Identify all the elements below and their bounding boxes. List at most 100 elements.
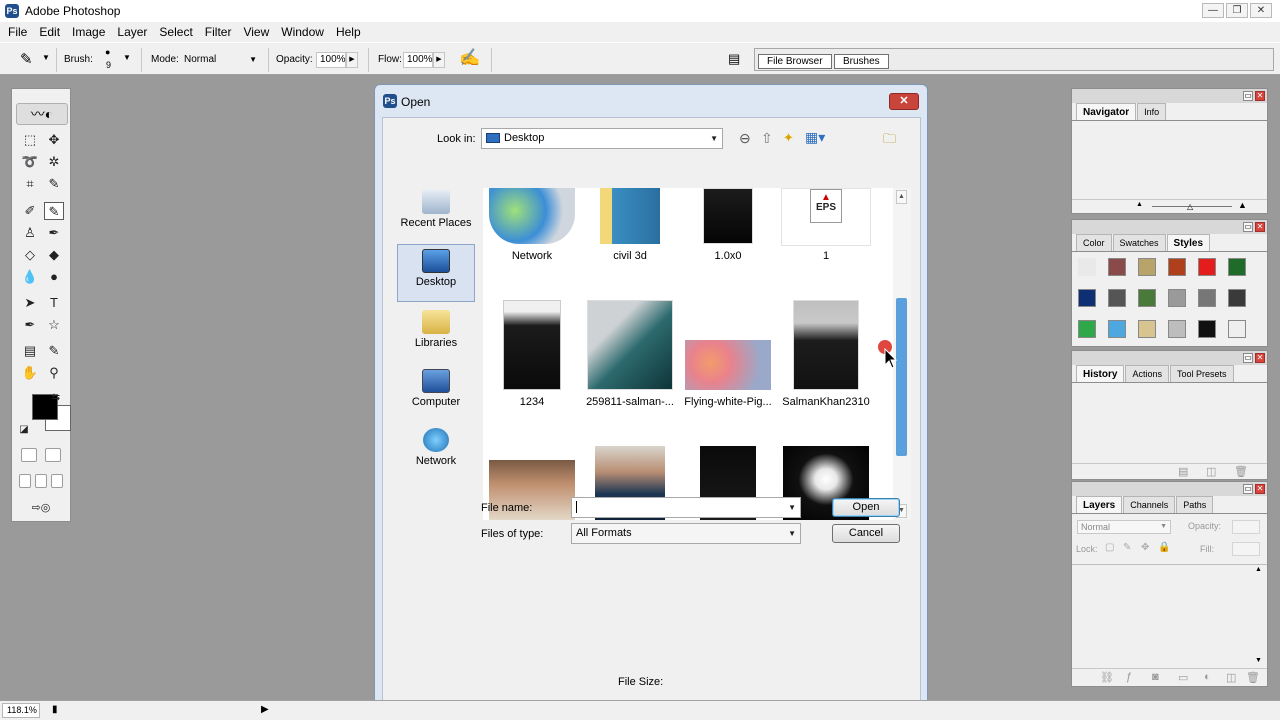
brush-picker-arrow-icon[interactable]: ▼: [123, 53, 131, 62]
back-icon[interactable]: ⊖: [739, 130, 751, 147]
blend-mode-select[interactable]: Normal ▼: [1077, 520, 1171, 534]
panel-minimize-icon[interactable]: ▭: [1243, 91, 1253, 101]
file-item-1[interactable]: ▲ EPS 1: [777, 188, 875, 268]
tab-brushes[interactable]: Brushes: [834, 54, 889, 69]
slice-tool-icon[interactable]: ✎: [44, 175, 64, 193]
minimize-button[interactable]: —: [1202, 3, 1224, 18]
style-swatch[interactable]: [1198, 258, 1216, 276]
file-item-flying-white-pigeon[interactable]: Flying-white-Pig...: [679, 300, 777, 410]
place-recent-places[interactable]: Recent Places: [397, 186, 475, 242]
eraser-tool-icon[interactable]: ◇: [20, 246, 40, 264]
menu-help[interactable]: Help: [330, 25, 367, 39]
magic-wand-tool-icon[interactable]: ✲: [44, 153, 64, 171]
menu-filter[interactable]: Filter: [199, 25, 238, 39]
zoom-field[interactable]: 118.1%: [2, 703, 40, 718]
style-swatch[interactable]: [1168, 289, 1186, 307]
restore-button[interactable]: ❐: [1226, 3, 1248, 18]
place-computer[interactable]: Computer: [397, 365, 475, 421]
style-swatch[interactable]: [1108, 289, 1126, 307]
menu-edit[interactable]: Edit: [33, 25, 66, 39]
tab-info[interactable]: Info: [1137, 103, 1167, 120]
fill-field[interactable]: [1232, 542, 1260, 556]
style-swatch[interactable]: [1078, 289, 1096, 307]
style-swatch[interactable]: [1138, 258, 1156, 276]
menu-layer[interactable]: Layer: [111, 25, 153, 39]
airbrush-icon[interactable]: ✍: [459, 48, 480, 68]
default-colors-icon[interactable]: ◪: [18, 421, 30, 439]
style-swatch[interactable]: [1168, 258, 1186, 276]
up-folder-icon[interactable]: ⇧: [761, 130, 773, 147]
link-layers-icon[interactable]: ⛓: [1100, 671, 1114, 684]
shape-tool-icon[interactable]: ☆: [44, 316, 64, 334]
menu-window[interactable]: Window: [275, 25, 330, 39]
new-layer-icon[interactable]: ◫: [1226, 671, 1236, 684]
place-desktop[interactable]: Desktop: [397, 244, 475, 302]
panel-close-icon[interactable]: ✕: [1255, 484, 1265, 494]
file-item-salmankhan2310[interactable]: SalmanKhan2310: [777, 300, 875, 410]
menu-view[interactable]: View: [237, 25, 275, 39]
view-menu-icon[interactable]: ▦▾: [805, 129, 825, 146]
hand-tool-icon[interactable]: ✋: [20, 364, 40, 382]
panel-close-icon[interactable]: ✕: [1255, 91, 1265, 101]
tab-navigator[interactable]: Navigator: [1076, 103, 1137, 120]
opacity-field[interactable]: 100%: [316, 52, 346, 68]
place-network[interactable]: Network: [397, 424, 475, 480]
menu-select[interactable]: Select: [153, 25, 198, 39]
crop-tool-icon[interactable]: ⌗: [20, 175, 40, 193]
style-swatch[interactable]: [1108, 320, 1126, 338]
paint-bucket-tool-icon[interactable]: ◆: [44, 246, 64, 264]
new-set-icon[interactable]: ▭: [1178, 671, 1188, 684]
style-swatch[interactable]: [1168, 320, 1186, 338]
palette-options-icon[interactable]: ▤: [728, 51, 740, 67]
standard-mode-icon[interactable]: [21, 448, 37, 462]
file-item-civil-3d[interactable]: civil 3d: [581, 188, 679, 268]
tab-file-browser[interactable]: File Browser: [758, 54, 832, 69]
files-of-type-select[interactable]: All Formats ▼: [571, 523, 801, 544]
cancel-button[interactable]: Cancel: [832, 524, 900, 543]
style-swatch[interactable]: [1078, 320, 1096, 338]
new-document-icon[interactable]: ◫: [1206, 465, 1216, 478]
style-swatch[interactable]: [1138, 320, 1156, 338]
style-swatch[interactable]: [1228, 289, 1246, 307]
file-item-259811-salman[interactable]: 259811-salman-...: [581, 300, 679, 410]
path-selection-tool-icon[interactable]: ➤: [20, 294, 40, 312]
panel-close-icon[interactable]: ✕: [1255, 353, 1265, 363]
menu-image[interactable]: Image: [66, 25, 111, 39]
status-menu-arrow-icon[interactable]: ▶: [261, 704, 269, 715]
lock-all-icon[interactable]: 🔒: [1158, 542, 1170, 553]
panel-minimize-icon[interactable]: ▭: [1243, 353, 1253, 363]
new-folder-icon[interactable]: ✦: [783, 130, 794, 146]
dodge-tool-icon[interactable]: ●: [44, 268, 64, 286]
marquee-tool-icon[interactable]: ⬚: [20, 131, 40, 149]
swap-colors-icon[interactable]: ⇆: [50, 389, 62, 407]
opacity-arrow-icon[interactable]: ▶: [346, 52, 358, 68]
style-swatch[interactable]: [1138, 289, 1156, 307]
type-tool-icon[interactable]: T: [44, 294, 64, 312]
eyedropper-tool-icon[interactable]: ✎: [44, 342, 64, 360]
history-brush-tool-icon[interactable]: ✒: [44, 224, 64, 242]
style-swatch[interactable]: [1108, 258, 1126, 276]
brush-tool-icon[interactable]: ✎: [44, 202, 64, 220]
lock-position-icon[interactable]: ✥: [1141, 542, 1149, 553]
zoom-out-icon[interactable]: ▲: [1136, 201, 1143, 208]
pen-tool-icon[interactable]: ✒: [20, 316, 40, 334]
lock-image-icon[interactable]: ✎: [1123, 542, 1131, 553]
tab-history[interactable]: History: [1076, 365, 1125, 382]
close-window-button[interactable]: ✕: [1250, 3, 1272, 18]
quick-mask-mode-icon[interactable]: [45, 448, 61, 462]
style-swatch[interactable]: [1228, 258, 1246, 276]
tab-layers[interactable]: Layers: [1076, 496, 1123, 513]
panel-minimize-icon[interactable]: ▭: [1243, 222, 1253, 232]
notes-tool-icon[interactable]: ▤: [20, 342, 40, 360]
layer-style-icon[interactable]: ƒ: [1126, 671, 1132, 683]
full-screen-mode-icon[interactable]: [51, 474, 63, 488]
add-mask-icon[interactable]: ◙: [1152, 671, 1159, 683]
menu-file[interactable]: File: [2, 25, 33, 39]
layer-opacity-field[interactable]: [1232, 520, 1260, 534]
folder-options-icon[interactable]: 🗀: [883, 130, 896, 152]
style-swatch[interactable]: [1198, 289, 1216, 307]
style-swatch[interactable]: [1078, 258, 1096, 276]
new-snapshot-icon[interactable]: ▤: [1178, 465, 1188, 478]
jump-to-imageready-icon[interactable]: ⇨◎: [20, 499, 62, 517]
tab-paths[interactable]: Paths: [1176, 496, 1214, 513]
